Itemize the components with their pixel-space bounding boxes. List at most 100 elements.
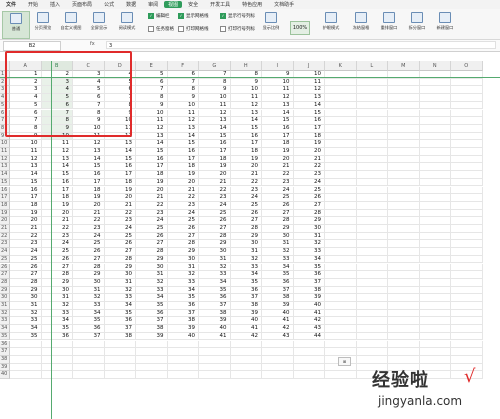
- table-cell[interactable]: 20: [230, 163, 262, 172]
- table-cell[interactable]: [388, 278, 420, 287]
- checkbox-option[interactable]: 任务窗格: [148, 26, 174, 32]
- table-cell[interactable]: [104, 371, 136, 379]
- table-cell[interactable]: 22: [41, 225, 73, 233]
- table-cell[interactable]: [388, 225, 420, 233]
- table-cell[interactable]: [451, 140, 483, 148]
- table-cell[interactable]: [356, 86, 388, 95]
- table-cell[interactable]: 38: [167, 317, 199, 326]
- table-cell[interactable]: [388, 201, 420, 210]
- table-cell[interactable]: [230, 355, 262, 364]
- table-cell[interactable]: [451, 325, 483, 333]
- table-cell[interactable]: [451, 217, 483, 225]
- table-cell[interactable]: [419, 271, 451, 279]
- table-cell[interactable]: [419, 178, 451, 187]
- table-cell[interactable]: 26: [73, 248, 105, 256]
- table-cell[interactable]: 26: [293, 194, 325, 202]
- table-cell[interactable]: 23: [73, 225, 105, 233]
- table-cell[interactable]: [167, 348, 199, 356]
- table-cell[interactable]: 22: [10, 232, 42, 241]
- menu-item[interactable]: 开发工具: [204, 1, 236, 8]
- table-cell[interactable]: [356, 94, 388, 102]
- table-cell[interactable]: [325, 302, 357, 310]
- table-cell[interactable]: 37: [199, 302, 231, 310]
- table-cell[interactable]: 32: [230, 255, 262, 264]
- table-cell[interactable]: 29: [104, 263, 136, 272]
- table-cell[interactable]: [325, 201, 357, 210]
- freeze-panes-button[interactable]: 冻结窗格: [348, 11, 374, 37]
- table-cell[interactable]: [136, 371, 168, 379]
- table-cell[interactable]: [388, 171, 420, 179]
- table-cell[interactable]: [325, 171, 357, 179]
- table-cell[interactable]: 12: [41, 148, 73, 156]
- table-cell[interactable]: 42: [262, 325, 294, 333]
- table-cell[interactable]: [388, 194, 420, 202]
- table-cell[interactable]: 25: [104, 232, 136, 241]
- table-cell[interactable]: 43: [293, 325, 325, 333]
- table-cell[interactable]: [451, 271, 483, 279]
- table-cell[interactable]: [199, 348, 231, 356]
- table-cell[interactable]: 34: [199, 278, 231, 287]
- table-cell[interactable]: 15: [10, 178, 42, 187]
- table-cell[interactable]: 15: [104, 155, 136, 164]
- table-cell[interactable]: [451, 109, 483, 118]
- table-cell[interactable]: 36: [41, 332, 73, 341]
- table-cell[interactable]: [356, 263, 388, 272]
- table-cell[interactable]: 11: [136, 117, 168, 125]
- table-cell[interactable]: [262, 340, 294, 349]
- table-cell[interactable]: 21: [73, 209, 105, 218]
- table-cell[interactable]: [293, 363, 325, 372]
- table-cell[interactable]: [325, 117, 357, 125]
- table-cell[interactable]: [325, 86, 357, 95]
- table-cell[interactable]: 23: [136, 209, 168, 218]
- table-cell[interactable]: [388, 309, 420, 318]
- table-cell[interactable]: [419, 248, 451, 256]
- table-cell[interactable]: 32: [167, 271, 199, 279]
- table-cell[interactable]: 13: [10, 163, 42, 172]
- table-cell[interactable]: 35: [167, 294, 199, 302]
- table-cell[interactable]: 32: [199, 263, 231, 272]
- table-cell[interactable]: [419, 263, 451, 272]
- table-cell[interactable]: 11: [199, 101, 231, 110]
- table-cell[interactable]: [73, 348, 105, 356]
- table-cell[interactable]: 26: [41, 255, 73, 264]
- table-cell[interactable]: 15: [41, 171, 73, 179]
- table-cell[interactable]: [451, 101, 483, 110]
- table-cell[interactable]: [388, 209, 420, 218]
- table-cell[interactable]: 13: [136, 132, 168, 141]
- column-header-f[interactable]: F: [167, 61, 199, 71]
- table-cell[interactable]: 14: [230, 117, 262, 125]
- table-cell[interactable]: [293, 371, 325, 379]
- table-cell[interactable]: 12: [167, 117, 199, 125]
- table-cell[interactable]: 35: [262, 271, 294, 279]
- row-header[interactable]: 37: [0, 348, 10, 356]
- table-cell[interactable]: 30: [41, 286, 73, 295]
- table-cell[interactable]: [136, 348, 168, 356]
- table-cell[interactable]: 18: [10, 201, 42, 210]
- table-cell[interactable]: 10: [167, 101, 199, 110]
- table-cell[interactable]: [356, 171, 388, 179]
- table-cell[interactable]: 40: [262, 309, 294, 318]
- table-cell[interactable]: [325, 317, 357, 326]
- table-cell[interactable]: 37: [136, 317, 168, 326]
- table-cell[interactable]: 38: [262, 294, 294, 302]
- table-cell[interactable]: [388, 317, 420, 326]
- table-cell[interactable]: [230, 340, 262, 349]
- table-cell[interactable]: [419, 109, 451, 118]
- table-cell[interactable]: 33: [230, 263, 262, 272]
- table-cell[interactable]: [356, 140, 388, 148]
- row-header[interactable]: 35: [0, 332, 10, 341]
- table-cell[interactable]: 10: [199, 94, 231, 102]
- table-cell[interactable]: [262, 371, 294, 379]
- table-cell[interactable]: 41: [262, 317, 294, 326]
- table-cell[interactable]: 13: [104, 140, 136, 148]
- table-cell[interactable]: [388, 232, 420, 241]
- table-cell[interactable]: [419, 171, 451, 179]
- table-cell[interactable]: [419, 294, 451, 302]
- table-cell[interactable]: [419, 286, 451, 295]
- table-cell[interactable]: [451, 332, 483, 341]
- table-cell[interactable]: 40: [167, 332, 199, 341]
- table-cell[interactable]: [325, 109, 357, 118]
- row-header[interactable]: 17: [0, 194, 10, 202]
- table-cell[interactable]: 28: [73, 263, 105, 272]
- table-cell[interactable]: [419, 94, 451, 102]
